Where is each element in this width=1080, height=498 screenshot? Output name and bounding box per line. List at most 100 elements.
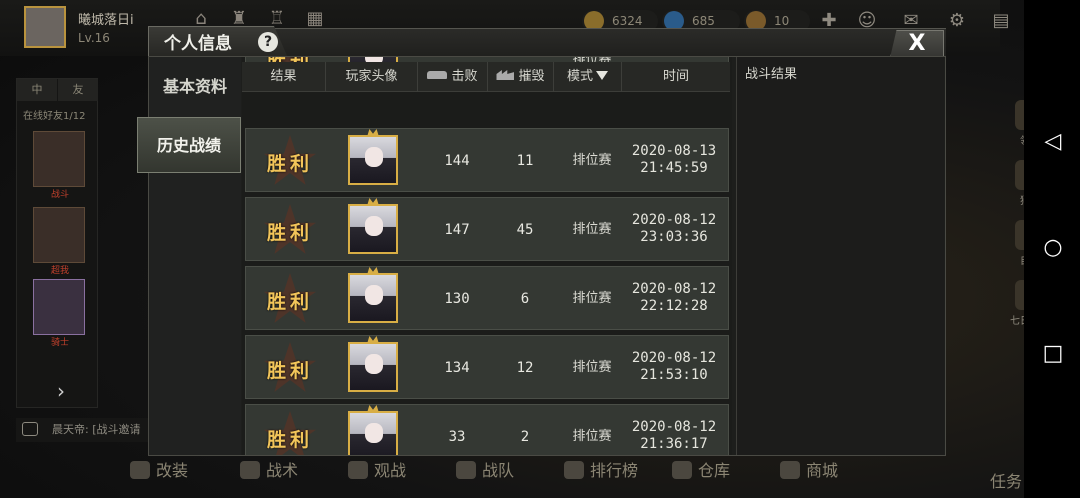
crown-icon <box>367 198 379 206</box>
destroys-value: 12 <box>516 360 534 376</box>
clock-text: 21:45:59 <box>640 160 708 176</box>
mode-value: 排位赛 <box>572 222 612 237</box>
col-avatar: 玩家头像 <box>326 62 418 92</box>
friends-tab-a[interactable]: 中 <box>17 79 57 101</box>
medal-value: 10 <box>774 14 790 28</box>
close-button[interactable]: X <box>890 30 944 58</box>
tab-history[interactable]: 历史战绩 <box>137 117 241 173</box>
chat-bubble-icon <box>22 422 38 436</box>
table-row[interactable]: 胜利 130 6 排位赛 2020-08-12 22:12:28 <box>245 266 729 330</box>
nav-label: 商城 <box>806 461 839 480</box>
grid-icon[interactable]: ▦ <box>304 8 326 30</box>
player-portrait <box>348 405 398 455</box>
shop-icon <box>780 461 800 479</box>
kills-value: 130 <box>444 291 470 307</box>
victory-badge: 胜利 <box>254 409 326 455</box>
next-arrow-icon[interactable]: › <box>49 379 73 403</box>
friend-name: 超我 <box>50 266 69 276</box>
home-circle-icon[interactable]: ○ <box>1042 237 1064 259</box>
time-value: 2020-08-12 22:12:28 <box>618 281 730 315</box>
nav-item[interactable]: 排行榜 <box>564 456 638 486</box>
task-button[interactable]: 任务 <box>990 468 1022 492</box>
table-row[interactable]: 胜利 134 12 排位赛 2020-08-12 21:53:10 <box>245 335 729 399</box>
result-text: 胜利 <box>266 429 313 451</box>
destroys-value: 11 <box>516 153 534 169</box>
battle-result-title: 战斗结果 <box>745 67 798 82</box>
friend-avatar[interactable]: 超我 <box>33 207 85 276</box>
nav-item[interactable]: 改装 <box>130 456 188 486</box>
nav-label: 战术 <box>266 461 299 480</box>
friend-avatar[interactable]: 骑士 <box>33 279 85 348</box>
kills-value: 147 <box>444 222 470 238</box>
kills-value: 134 <box>444 360 470 376</box>
result-text: 胜利 <box>266 360 313 382</box>
clock-text: 21:36:17 <box>640 436 708 452</box>
mode-value: 排位赛 <box>572 153 612 168</box>
time-value: 2020-08-13 21:45:59 <box>618 143 730 177</box>
result-text: 胜利 <box>266 222 313 244</box>
kills-value: 144 <box>444 153 470 169</box>
portrait-face <box>365 423 383 443</box>
player-portrait <box>348 336 398 392</box>
crown-icon <box>367 405 379 413</box>
back-triangle-icon[interactable]: ◁ <box>1042 131 1064 153</box>
nav-label: 战队 <box>482 461 515 480</box>
history-table[interactable]: 胜利排位赛21:58:14胜利14411排位赛2020-08-1321:45:5… <box>242 57 732 455</box>
result-text: 胜利 <box>266 291 313 313</box>
tab-basic-info[interactable]: 基本资料 <box>149 59 241 115</box>
victory-badge: 胜利 <box>254 133 326 189</box>
nav-item[interactable]: 仓库 <box>672 456 730 486</box>
date-text: 2020-08-12 <box>631 350 717 366</box>
menu-icon[interactable]: ▤ <box>990 10 1012 32</box>
nav-item[interactable]: 商城 <box>780 456 838 486</box>
recents-square-icon[interactable]: □ <box>1042 343 1064 365</box>
friends-tab-b[interactable]: 友 <box>58 79 98 101</box>
nav-item[interactable]: 战术 <box>240 456 298 486</box>
crown-icon <box>367 129 379 137</box>
mode-value: 排位赛 <box>572 360 612 375</box>
modal-title: 个人信息 <box>164 34 232 54</box>
friend-name: 骑士 <box>50 338 69 348</box>
table-header: 结果 玩家头像 击败 摧毁 模式 时间 <box>242 62 730 92</box>
friend-avatar[interactable]: 战斗 <box>33 131 85 200</box>
kills-value: 33 <box>448 429 466 445</box>
col-mode[interactable]: 模式 <box>554 62 622 92</box>
clock-text: 23:03:36 <box>640 229 708 245</box>
friends-panel: 中 友 在线好友1/12 战斗 超我 骑士 › <box>16 78 98 408</box>
time-value: 2020-08-12 23:03:36 <box>618 212 730 246</box>
help-icon[interactable]: ? <box>258 32 278 52</box>
chat-bar[interactable]: 晨天帝: [战斗邀请 <box>16 418 156 442</box>
chat-preview: 晨天帝: [战斗邀请 <box>52 423 141 436</box>
nav-label: 排行榜 <box>590 461 639 480</box>
warehouse-icon <box>672 461 692 479</box>
wrench-icon <box>130 461 150 479</box>
destroys-value: 2 <box>520 429 530 445</box>
table-row[interactable]: 胜利 33 2 排位赛 2020-08-12 21:36:17 <box>245 404 729 455</box>
destroys-value: 6 <box>520 291 530 307</box>
settings-gear-icon[interactable]: ⚙ <box>946 10 968 32</box>
dropdown-arrow-icon <box>596 71 608 80</box>
time-value: 21:58:14 <box>618 57 730 59</box>
victory-badge: 胜利 <box>254 271 326 327</box>
player-avatar[interactable] <box>24 6 66 48</box>
victory-badge: 胜利 <box>254 340 326 396</box>
mode-value: 排位赛 <box>572 429 612 444</box>
date-text: 2020-08-12 <box>631 212 717 228</box>
table-row[interactable]: 胜利 147 45 排位赛 2020-08-12 23:03:36 <box>245 197 729 261</box>
table-row[interactable]: 胜利 144 11 排位赛 2020-08-13 21:45:59 <box>245 128 729 192</box>
team-icon <box>456 461 476 479</box>
tactics-icon <box>240 461 260 479</box>
nav-item[interactable]: 战队 <box>456 456 514 486</box>
portrait-face <box>365 285 383 305</box>
portrait-face <box>365 147 383 167</box>
clock-text: 22:12:28 <box>640 298 708 314</box>
spectate-icon <box>348 461 368 479</box>
nav-item[interactable]: 观战 <box>348 456 406 486</box>
date-text: 2020-08-12 <box>631 281 717 297</box>
date-text: 2020-08-12 <box>631 419 717 435</box>
mode-value: 排位赛 <box>572 291 612 306</box>
portrait-face <box>365 216 383 236</box>
clock-text: 21:53:10 <box>640 367 708 383</box>
nav-label: 改装 <box>156 461 189 480</box>
diamond-value: 685 <box>692 14 715 28</box>
